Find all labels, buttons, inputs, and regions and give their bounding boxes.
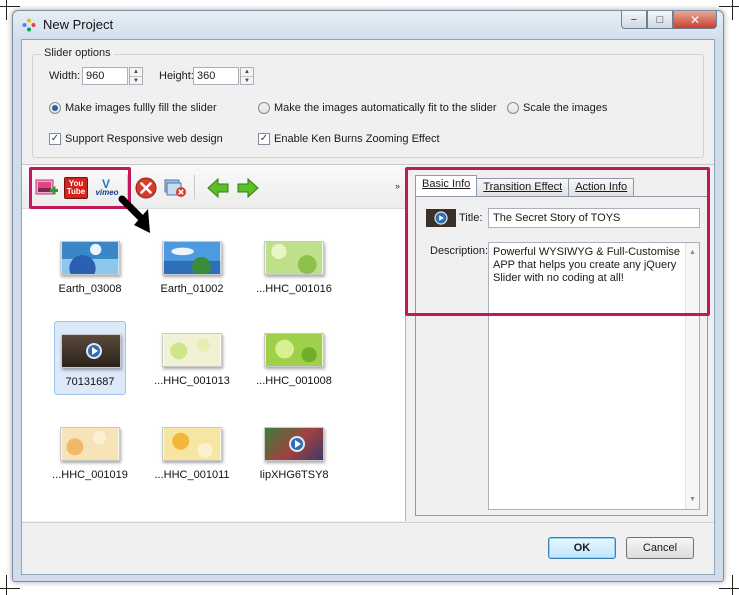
cancel-button[interactable]: Cancel	[626, 537, 694, 559]
tab-basic-info[interactable]: Basic Info	[415, 175, 478, 196]
move-left-button[interactable]	[206, 177, 230, 199]
minimize-button[interactable]: −	[621, 11, 647, 29]
crop-mark	[732, 0, 733, 20]
play-icon	[86, 343, 102, 359]
app-icon	[22, 18, 36, 32]
dialog-footer: OK Cancel	[22, 522, 714, 574]
scale-images-label: Scale the images	[523, 102, 608, 114]
width-label: Width:	[49, 70, 81, 82]
slider-options-group: Slider options Width: 960 ▲ ▼ Height: 36…	[32, 47, 704, 158]
thumbnail-label: ...HHC_001013	[154, 375, 230, 387]
info-pane: Basic Info Transition Effect Action Info…	[405, 164, 714, 521]
thumbnail-item[interactable]: ...HHC_001019	[52, 415, 128, 489]
window-title: New Project	[43, 17, 114, 32]
thumbnail-label: ...HHC_001016	[256, 283, 332, 295]
stepper-down-icon[interactable]: ▼	[130, 76, 142, 84]
slides-pane: You Tube V vimeo » Earth_03008 Earth_010…	[22, 164, 406, 521]
close-button[interactable]: ✕	[673, 11, 717, 29]
responsive-label: Support Responsive web design	[65, 133, 223, 145]
dialog-client-area: Slider options Width: 960 ▲ ▼ Height: 36…	[21, 39, 715, 575]
thumbnail-label: ...HHC_001008	[256, 375, 332, 387]
crop-mark	[6, 0, 7, 20]
thumbnail-label: ...HHC_001011	[154, 469, 230, 481]
height-input[interactable]: 360	[193, 67, 239, 85]
play-icon	[289, 436, 305, 452]
thumbnail-item[interactable]: IipXHG6TSY8	[258, 415, 330, 489]
thumbnail-label: Earth_03008	[58, 283, 122, 295]
window-controls: − □ ✕	[621, 11, 717, 29]
thumbnail-label: ...HHC_001019	[52, 469, 128, 481]
toolbar-overflow-icon[interactable]: »	[395, 181, 400, 191]
width-stepper[interactable]: ▲ ▼	[129, 67, 143, 85]
media-buttons-highlight	[29, 167, 131, 209]
ok-button[interactable]: OK	[548, 537, 616, 559]
thumbnail-label: IipXHG6TSY8	[259, 469, 329, 481]
thumbnail-image	[162, 427, 222, 461]
thumbnail-item[interactable]: ...HHC_001008	[256, 321, 332, 395]
fit-slider-label: Make the images automatically fit to the…	[274, 102, 497, 114]
title-bar[interactable]: New Project − □ ✕	[13, 11, 723, 39]
crop-mark	[719, 6, 739, 7]
delete-all-button[interactable]	[164, 177, 188, 199]
crop-mark	[6, 575, 7, 595]
thumbnail-label: Earth_01002	[160, 283, 224, 295]
thumbnail-image	[162, 241, 222, 275]
annotation-arrow-icon	[118, 195, 150, 233]
toolbar-separator	[194, 175, 195, 199]
thumbnail-item[interactable]: Earth_03008	[54, 229, 126, 303]
width-input[interactable]: 960	[82, 67, 128, 85]
thumbnail-label: 70131687	[65, 376, 115, 388]
maximize-button[interactable]: □	[647, 11, 673, 29]
stepper-down-icon[interactable]: ▼	[241, 76, 253, 84]
height-label: Height:	[159, 70, 194, 82]
thumbnail-item[interactable]: 70131687	[54, 321, 126, 395]
thumbnail-item[interactable]: ...HHC_001013	[154, 321, 230, 395]
scroll-down-icon[interactable]: ▼	[689, 493, 696, 506]
scale-images-radio[interactable]	[507, 102, 519, 114]
thumbnail-image	[264, 427, 324, 461]
fit-slider-radio[interactable]	[258, 102, 270, 114]
stepper-up-icon[interactable]: ▲	[130, 68, 142, 76]
thumbnail-item[interactable]: Earth_01002	[156, 229, 228, 303]
crop-mark	[0, 6, 20, 7]
move-right-button[interactable]	[236, 177, 260, 199]
thumbnail-item[interactable]: ...HHC_001011	[154, 415, 230, 489]
height-stepper[interactable]: ▲ ▼	[240, 67, 254, 85]
slider-options-legend: Slider options	[41, 47, 114, 59]
ken-burns-label: Enable Ken Burns Zooming Effect	[274, 133, 440, 145]
fill-slider-radio[interactable]	[49, 102, 61, 114]
ken-burns-checkbox[interactable]: ✓	[258, 133, 270, 145]
fill-slider-label: Make images fullly fill the slider	[65, 102, 217, 114]
thumbnail-image	[264, 241, 324, 275]
thumbnail-image	[60, 427, 120, 461]
thumbnail-image	[264, 333, 324, 367]
responsive-checkbox[interactable]: ✓	[49, 133, 61, 145]
thumbnail-image	[162, 333, 222, 367]
crop-mark	[0, 588, 20, 589]
crop-mark	[732, 575, 733, 595]
crop-mark	[719, 588, 739, 589]
new-project-dialog: New Project − □ ✕ Slider options Width: …	[12, 10, 724, 582]
thumbnail-image	[61, 334, 121, 368]
stepper-up-icon[interactable]: ▲	[241, 68, 253, 76]
thumbnail-image	[60, 241, 120, 275]
thumbnail-item[interactable]: ...HHC_001016	[256, 229, 332, 303]
